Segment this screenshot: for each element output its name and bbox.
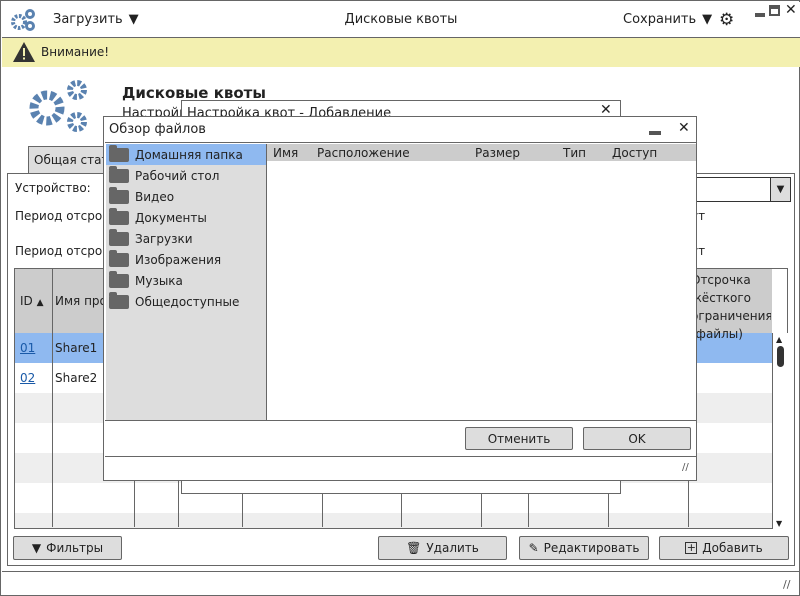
column-type[interactable]: Тип — [563, 146, 586, 160]
column-size[interactable]: Размер — [475, 146, 520, 160]
column-header-id[interactable]: ID ▲ — [20, 294, 44, 308]
filter-icon: ▼ — [31, 541, 42, 555]
tab-label: Общая стат — [34, 153, 108, 167]
folder-icon — [109, 207, 129, 225]
warning-text: Внимание! — [41, 45, 110, 59]
device-label: Устройство: — [15, 181, 91, 195]
warning-bar: Внимание! — [2, 38, 800, 67]
top-bar: Загрузить ▼ Дисковые квоты Сохранить ▼ ⚙ ✕ — [2, 2, 800, 38]
row-name: Share1 — [55, 341, 98, 355]
folder-item[interactable]: Общедоступные — [106, 291, 266, 312]
app-gears-icon — [11, 9, 35, 31]
folder-label: Загрузки — [135, 231, 193, 246]
column-location[interactable]: Расположение — [317, 146, 410, 160]
folder-item[interactable]: Изображения — [106, 249, 266, 270]
folder-item[interactable]: Документы — [106, 207, 266, 228]
table-scrollbar[interactable]: ▲ ▼ — [772, 333, 788, 529]
chevron-down-icon: ▼ — [702, 12, 713, 27]
maximize-icon[interactable] — [769, 5, 780, 16]
filters-label: Фильтры — [46, 541, 104, 555]
add-button[interactable]: + Добавить — [659, 536, 789, 560]
load-menu[interactable]: Загрузить ▼ — [53, 12, 139, 27]
folder-label: Изображения — [135, 252, 222, 267]
folder-icon — [109, 186, 129, 204]
folder-list: Домашняя папка Рабочий стол Видео Документы… — [106, 144, 266, 420]
cancel-label: Отменить — [487, 431, 551, 446]
minimize-icon[interactable] — [649, 131, 661, 135]
status-divider — [2, 571, 800, 572]
trash-icon: 🗑 — [406, 541, 422, 555]
folder-icon — [109, 165, 129, 183]
folder-icon — [109, 291, 129, 309]
folder-item[interactable]: Музыка — [106, 270, 266, 291]
grace-period-label: Период отсроч — [15, 244, 110, 258]
device-select[interactable]: ▼ — [688, 177, 791, 202]
resize-grip-icon[interactable]: // — [783, 578, 790, 591]
cancel-button[interactable]: Отменить — [465, 427, 573, 450]
disk-quota-gears-icon — [29, 80, 87, 132]
edit-icon: ✎ — [528, 541, 539, 555]
folder-icon — [109, 270, 129, 288]
row-id-link[interactable]: 01 — [20, 341, 35, 355]
row-id-link[interactable]: 02 — [20, 371, 35, 385]
file-list-header: Имя Расположение Размер Тип Доступ — [267, 144, 696, 161]
save-menu[interactable]: Сохранить ▼ — [623, 12, 712, 27]
column-access[interactable]: Доступ — [612, 146, 657, 160]
scroll-up-icon[interactable]: ▲ — [776, 335, 782, 344]
delete-label: Удалить — [426, 541, 479, 555]
filters-button[interactable]: ▼ Фильтры — [13, 536, 122, 560]
scroll-down-icon[interactable]: ▼ — [776, 519, 782, 528]
folder-label: Документы — [135, 210, 207, 225]
folder-item[interactable]: Загрузки — [106, 228, 266, 249]
plus-box-icon: + — [685, 541, 698, 554]
resize-grip-icon[interactable]: // — [682, 462, 689, 473]
close-icon[interactable]: ✕ — [785, 2, 797, 18]
file-dialog-title: Обзор файлов — [109, 122, 206, 137]
gear-icon[interactable]: ⚙ — [719, 10, 734, 30]
ok-label: OK — [628, 431, 646, 446]
sort-ascending-icon: ▲ — [36, 298, 44, 308]
ok-button[interactable]: OK — [583, 427, 691, 450]
load-label: Загрузить — [53, 12, 123, 27]
edit-label: Редактировать — [543, 541, 640, 555]
folder-label: Музыка — [135, 273, 183, 288]
folder-icon — [109, 228, 129, 246]
column-header-hard-grace-files[interactable]: Отсрочка жёсткого ограничения (файлы) — [691, 271, 771, 343]
chevron-down-icon: ▼ — [128, 12, 139, 27]
minimize-icon[interactable] — [755, 13, 765, 17]
warning-icon — [13, 42, 35, 62]
scroll-thumb[interactable] — [777, 346, 784, 367]
chevron-down-icon: ▼ — [770, 178, 790, 201]
folder-label: Рабочий стол — [135, 168, 220, 183]
folder-item[interactable]: Видео — [106, 186, 266, 207]
folder-icon — [109, 144, 129, 162]
folder-label: Домашняя папка — [135, 147, 243, 162]
edit-button[interactable]: ✎ Редактировать — [519, 536, 649, 560]
tab-general-stats[interactable]: Общая стат — [28, 146, 108, 174]
folder-item[interactable]: Рабочий стол — [106, 165, 266, 186]
folder-label: Видео — [135, 189, 175, 204]
column-name[interactable]: Имя — [273, 146, 298, 160]
folder-icon — [109, 249, 129, 267]
delete-button[interactable]: 🗑 Удалить — [378, 536, 507, 560]
add-label: Добавить — [702, 541, 763, 555]
file-browser-dialog: Обзор файлов ✕ Домашняя папка Рабочий сто… — [103, 116, 697, 481]
column-id-label: ID — [20, 294, 33, 308]
table-row — [15, 513, 772, 528]
save-label: Сохранить — [623, 12, 697, 27]
close-icon[interactable]: ✕ — [678, 120, 690, 136]
grace-period-label: Период отсроч — [15, 209, 110, 223]
folder-item[interactable]: Домашняя папка — [106, 144, 266, 165]
folder-label: Общедоступные — [135, 294, 240, 309]
row-name: Share2 — [55, 371, 98, 385]
